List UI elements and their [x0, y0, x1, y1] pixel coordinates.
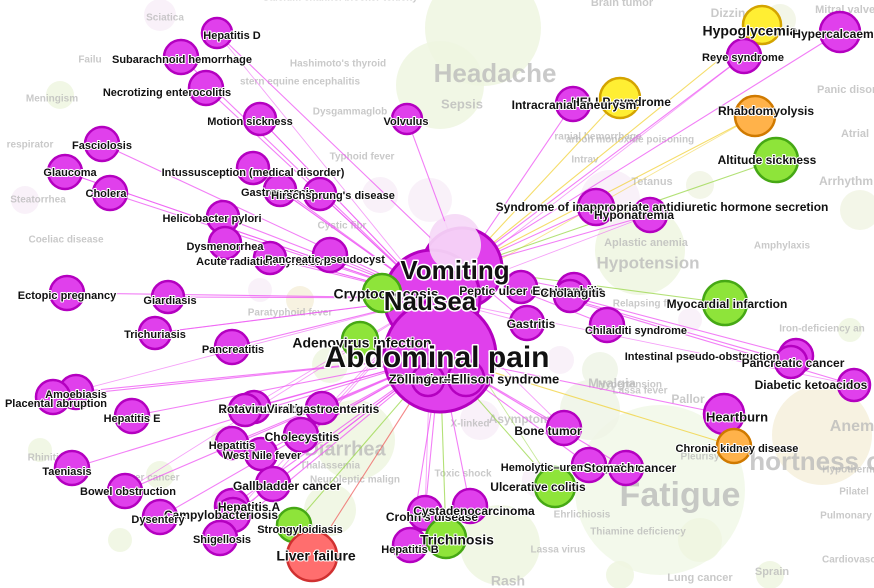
node-label-dysentery: Dysentery [131, 514, 185, 526]
faded-label-hypotension: Hypotension [597, 253, 700, 272]
faded-label-sciatica: Sciatica [146, 13, 184, 24]
node-label-chilaiditi: Chilaiditi syndrome [585, 325, 687, 337]
node-label-trichuriasis: Trichuriasis [124, 329, 186, 341]
node-label-cholecystitis: Cholecystitis [265, 430, 340, 444]
node-label-hyponatremia: Hyponatremia [594, 208, 674, 222]
node-label-ulcerative-colitis: Ulcerative colitis [490, 480, 586, 494]
faded-node-29 [248, 278, 272, 302]
faded-label-typhoid: Typhoid fever [330, 152, 395, 163]
node-label-helicobacter: Helicobacter pylori [162, 213, 261, 225]
faded-label-cardiovascular: Cardiovascu [822, 555, 874, 566]
graph-view[interactable]: HeadacheFatigueDiarrheaRashSepsisPainMya… [0, 0, 874, 588]
faded-label-aplastic-anemia: Aplastic anemia [604, 237, 689, 249]
node-label-dysmenorrhea: Dysmenorrhea [186, 241, 264, 253]
faded-label-paratyphoid: Paratyphoid fever [248, 308, 333, 319]
node-label-pancreatic-cancer: Pancreatic cancer [742, 356, 845, 370]
faded-label-iron-deficiency: Iron-deficiency an [779, 324, 865, 335]
node-label-trichinosis: Trichinosis [420, 532, 494, 548]
faded-node-31 [108, 528, 132, 552]
node-label-bowel-obstruction: Bowel obstruction [80, 486, 176, 498]
faded-label-sprain: Sprain [755, 566, 790, 578]
node-label-cystadenocarcinoma: Cystadenocarcinoma [413, 504, 535, 518]
node-label-placental-abruption: Placental abruption [5, 398, 107, 410]
hub-label-abdominal-pain: Abdominal pain [325, 341, 550, 374]
faded-label-ehrlichiosis: Ehrlichiosis [554, 510, 611, 521]
faded-label-anemia: Anem [830, 418, 874, 435]
node-label-intussusception: Intussusception (medical disorder) [162, 167, 345, 179]
node-label-ectopic-pregnancy: Ectopic pregnancy [18, 290, 117, 302]
faded-node-18 [606, 561, 634, 588]
node-label-hypoglycemia: Hypoglycemia [703, 23, 798, 39]
faded-label-brain-tumor: Brain tumor [591, 0, 654, 9]
node-label-rhabdomyolysis: Rhabdomyolysis [718, 104, 814, 118]
faded-label-dysgammaglobulinemia: Dysgammaglob [313, 107, 387, 118]
node-label-hypercalcemia: Hypercalcaem [792, 27, 873, 41]
node-label-myocardial-infarction: Myocardial infarction [667, 297, 788, 311]
faded-label-headache: Headache [434, 58, 557, 88]
faded-label-rash: Rash [491, 573, 525, 588]
node-label-gallbladder-cancer: Gallbladder cancer [233, 479, 341, 493]
node-label-subarachnoid-hemorrhage: Subarachnoid hemorrhage [112, 54, 252, 66]
node-label-giardiasis: Giardiasis [143, 295, 196, 307]
hub-label-vomiting: Vomiting [400, 255, 509, 285]
faded-node-33 [686, 171, 714, 199]
node-label-gastritis: Gastritis [507, 317, 556, 331]
node-label-taeniasis: Taeniasis [42, 466, 91, 478]
faded-label-lung-cancer: Lung cancer [667, 572, 733, 584]
faded-label-thiamine: Thiamine deficiency [590, 527, 686, 538]
node-label-west-nile: West Nile fever [223, 450, 302, 462]
node-label-liver-failure: Liver failure [276, 548, 356, 564]
faded-label-thalassemia: Thalassemia [300, 461, 360, 472]
node-label-necrotizing-enterocolitis: Necrotizing enterocolitis [103, 87, 231, 99]
node-label-pancreatitis: Pancreatitis [202, 344, 264, 356]
node-label-glaucoma: Glaucoma [43, 167, 97, 179]
faded-node-10 [408, 178, 452, 222]
node-label-fasciolosis: Fasciolosis [72, 140, 132, 152]
faded-label-respiratory: respirator [7, 140, 54, 151]
faded-label-pilates: Pilatel [839, 487, 869, 498]
node-label-cholera: Cholera [86, 188, 128, 200]
faded-label-lassa-virus: Lassa virus [530, 545, 585, 556]
node-label-volvulus: Volvulus [383, 116, 428, 128]
node-label-heartburn: Heartburn [706, 409, 768, 424]
faded-node-24 [840, 190, 874, 230]
faded-label-arrhythmia: Arrhythm [819, 174, 873, 188]
faded-label-amphylaxis: Amphylaxis [754, 241, 811, 252]
node-label-cholangitis: Cholangitis [540, 286, 606, 300]
node-label-rotavirus: Rotavirus [218, 402, 274, 416]
faded-label-meningism: Meningism [26, 94, 78, 105]
node-label-shigellosis: Shigellosis [193, 534, 251, 546]
faded-label-panic: Panic disord [817, 84, 874, 96]
faded-label-hashimoto: Hashimoto's thyroid [290, 59, 386, 70]
node-label-viral-gastroenteritis: Viral gastroenteritis [267, 402, 380, 416]
faded-node-28 [546, 346, 574, 374]
node-label-hepatitis-e: Hepatitis E [104, 413, 161, 425]
node-label-diabetic-ketoacidosis: Diabetic ketoacidos [755, 378, 868, 392]
faded-node-14 [678, 518, 722, 562]
faded-label-lassa-fever: Lassa fever [612, 386, 667, 397]
faded-label-x-linked: X-linked [451, 419, 490, 430]
node-label-altitude-sickness: Altitude sickness [718, 153, 817, 167]
faded-label-calcium-channel: Calcium channel blocker toxicity [262, 0, 418, 4]
node-label-intracranial-aneurysm: Intracranial aneurysm [512, 98, 637, 112]
hub-label-nausea: Nausea [384, 286, 477, 316]
faded-label-hypothermia: Hypothermi [822, 465, 874, 476]
node-label-bone-tumor: Bone tumor [514, 424, 582, 438]
node-label-chronic-kidney: Chronic kidney disease [676, 443, 799, 455]
node-label-motion-sickness: Motion sickness [207, 116, 293, 128]
node-label-strongyloidiasis: Strongyloidiasis [257, 524, 343, 536]
faded-label-atrial: Atrial [841, 128, 869, 140]
node-label-hepatitis-d: Hepatitis D [203, 30, 261, 42]
faded-label-steatorrhea: Steatorrhea [10, 195, 66, 206]
faded-label-coeliac: Coeliac disease [28, 235, 103, 246]
node-label-pancreatic-pseudocyst: Pancreatic pseudocyst [265, 254, 385, 266]
network-graph[interactable]: HeadacheFatigueDiarrheaRashSepsisPainMya… [0, 0, 874, 588]
faded-label-sepsis: Sepsis [441, 96, 483, 111]
faded-label-pulmonary: Pulmonary [820, 511, 872, 522]
faded-label-failure: Failu [78, 55, 101, 66]
node-label-stomach-cancer: Stomach cancer [584, 461, 677, 475]
node-label-reye-syndrome: Reye syndrome [702, 52, 784, 64]
faded-label-encephalitis: stern equine encephalitis [240, 77, 360, 88]
node-label-hirschsprungs: Hirschsprung's disease [271, 190, 395, 202]
